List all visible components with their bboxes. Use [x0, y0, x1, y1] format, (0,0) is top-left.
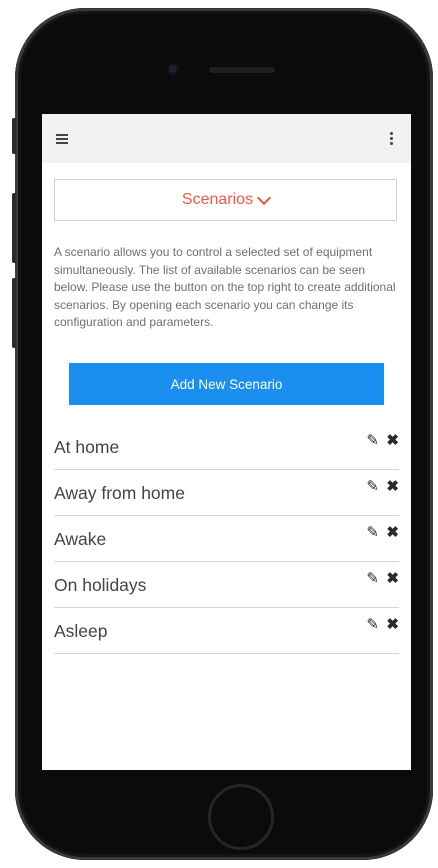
list-item[interactable]: Awake ✎ ✖: [54, 516, 399, 562]
pencil-icon[interactable]: ✎: [366, 525, 379, 541]
close-icon[interactable]: ✖: [386, 617, 399, 633]
scenario-description: A scenario allows you to control a selec…: [54, 245, 396, 330]
scenario-list: At home ✎ ✖ Away from home ✎ ✖ Awake ✎ ✖…: [54, 424, 399, 654]
pencil-icon[interactable]: ✎: [366, 571, 379, 587]
close-icon[interactable]: ✖: [386, 571, 399, 587]
volume-down-button: [12, 278, 16, 348]
earpiece-speaker: [209, 67, 275, 73]
front-camera: [167, 63, 179, 75]
add-new-scenario-button[interactable]: Add New Scenario: [69, 363, 384, 405]
close-icon[interactable]: ✖: [386, 525, 399, 541]
list-item[interactable]: Away from home ✎ ✖: [54, 470, 399, 516]
close-icon[interactable]: ✖: [386, 479, 399, 495]
scenarios-dropdown[interactable]: Scenarios: [54, 179, 397, 221]
mute-switch: [12, 118, 16, 154]
home-button[interactable]: [208, 784, 274, 850]
pencil-icon[interactable]: ✎: [366, 479, 379, 495]
dropdown-label: Scenarios: [181, 191, 254, 208]
scenario-name[interactable]: At home: [54, 437, 119, 458]
list-item[interactable]: At home ✎ ✖: [54, 424, 399, 470]
scenario-name[interactable]: Asleep: [54, 621, 108, 642]
list-item[interactable]: On holidays ✎ ✖: [54, 562, 399, 608]
more-options-icon[interactable]: [389, 132, 393, 145]
top-bar: [42, 114, 411, 163]
chevron-down-icon: [257, 190, 272, 205]
scenario-name[interactable]: Awake: [54, 529, 106, 550]
list-item[interactable]: Asleep ✎ ✖: [54, 608, 399, 654]
hamburger-menu-icon[interactable]: [56, 134, 68, 144]
scenario-name[interactable]: Away from home: [54, 483, 185, 504]
volume-up-button: [12, 193, 16, 263]
close-icon[interactable]: ✖: [386, 433, 399, 449]
app-screen: Scenarios A scenario allows you to contr…: [42, 114, 411, 770]
pencil-icon[interactable]: ✎: [366, 433, 379, 449]
scenario-name[interactable]: On holidays: [54, 575, 146, 596]
pencil-icon[interactable]: ✎: [366, 617, 379, 633]
